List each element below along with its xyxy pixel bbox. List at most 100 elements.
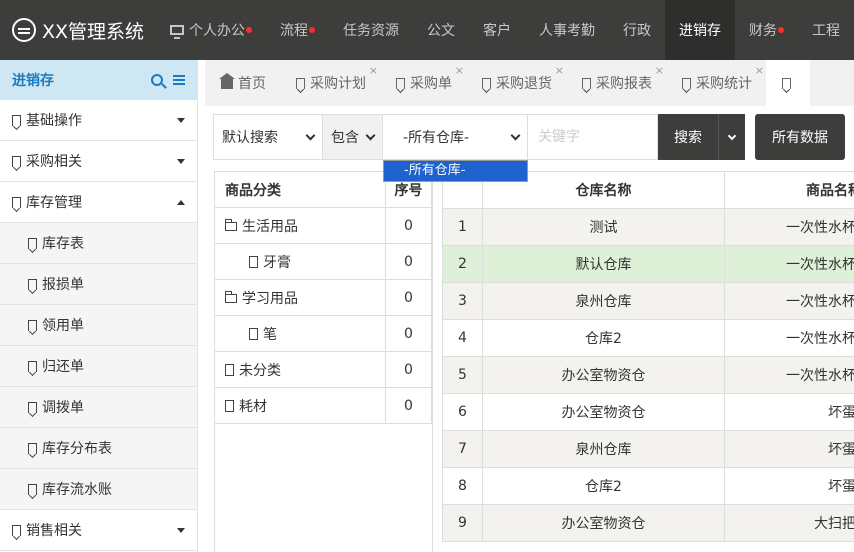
row-index: 8 [442, 467, 483, 505]
tab[interactable]: 采购单 × [380, 60, 466, 106]
close-icon[interactable]: × [655, 64, 664, 77]
sidebar: 进销存 基础操作采购相关库存管理库存表报损单领用单归还单 调拨单 库存分布表库存流水… [0, 60, 198, 552]
category-row[interactable]: 耗材 0 [214, 387, 432, 424]
category-row[interactable]: 生活用品 0 [214, 207, 432, 244]
table-row[interactable]: 9 办公室物资仓 大扫把 [442, 504, 854, 542]
topnav-item[interactable]: 人事考勤 [525, 0, 609, 60]
sidebar-subitem[interactable]: 库存分布表 [0, 428, 197, 469]
bookmark-icon [296, 77, 305, 89]
warehouse-option[interactable]: -所有仓库- [384, 161, 527, 181]
category-seq: 0 [385, 279, 432, 316]
caret-down-icon [177, 158, 185, 164]
category-row[interactable]: 学习用品 0 [214, 279, 432, 316]
table-row[interactable]: 3 泉州仓库 一次性水杯 [442, 282, 854, 320]
category-seq: 0 [385, 351, 432, 388]
keyword-input[interactable] [528, 114, 658, 160]
category-panel-border [432, 171, 433, 552]
close-icon[interactable]: × [555, 64, 564, 77]
table-row[interactable]: 2 默认仓库 一次性水杯 [442, 245, 854, 283]
category-row[interactable]: 牙膏 0 [214, 243, 432, 280]
caret-up-icon [177, 199, 185, 205]
sidebar-subitem[interactable]: 库存表 [0, 223, 197, 264]
sidebar-group[interactable]: 销售相关 [0, 510, 197, 551]
brand[interactable]: XX管理系统 [0, 17, 156, 44]
close-icon[interactable]: × [755, 64, 764, 77]
warehouse-select[interactable]: -所有仓库- [383, 114, 528, 160]
topnav-label: 工程 [812, 23, 840, 39]
bookmark-icon [12, 524, 21, 536]
table-row[interactable]: 7 泉州仓库 坏蛋 [442, 430, 854, 468]
tab-label: 采购计划 [310, 76, 366, 92]
tab[interactable]: 采购退货 × [466, 60, 566, 106]
product-name-header[interactable]: 商品名称 [724, 171, 854, 209]
category-row[interactable]: 未分类 0 [214, 351, 432, 388]
topnav-item[interactable]: 流程 [266, 0, 329, 60]
sidebar-subitem[interactable]: 调拨单 [0, 387, 197, 428]
sidebar-subitem[interactable]: 报损单 [0, 264, 197, 305]
close-icon[interactable]: × [369, 64, 378, 77]
file-icon [249, 255, 258, 268]
folder-icon [224, 290, 237, 303]
sidebar-item-content: 库存流水账 [28, 479, 112, 499]
category-row[interactable]: 笔0 [214, 315, 432, 352]
topnav-item[interactable]: 财务 [735, 0, 798, 60]
sidebar-item-label: 库存表 [42, 236, 84, 252]
search-button[interactable]: 搜索 [658, 114, 718, 160]
topnav-label: 流程 [280, 23, 308, 39]
sidebar-group[interactable]: 采购相关 [0, 141, 197, 182]
table-row[interactable]: 6 办公室物资仓 坏蛋 [442, 393, 854, 431]
product-cell: 一次性水杯 [724, 245, 854, 283]
tab[interactable]: 首页 [205, 60, 280, 106]
topnav-item[interactable]: 个人办公 [156, 0, 266, 60]
match-select[interactable]: 包含 [323, 114, 383, 160]
table-row[interactable]: 8 仓库2 坏蛋 [442, 467, 854, 505]
topnav-label: 进销存 [679, 23, 721, 39]
warehouse-cell: 泉州仓库 [482, 430, 725, 468]
warehouse-cell: 默认仓库 [482, 245, 725, 283]
sidebar-header: 进销存 [0, 60, 197, 100]
table-row[interactable]: 4 仓库2 一次性水杯 [442, 319, 854, 357]
sidebar-item-content: 领用单 [28, 315, 84, 335]
topnav-label: 人事考勤 [539, 23, 595, 39]
close-icon[interactable]: × [455, 64, 464, 77]
all-data-button[interactable]: 所有数据 [755, 114, 845, 160]
topnav-item[interactable]: 公文 [413, 0, 469, 60]
search-mode-select[interactable]: 默认搜索 [213, 114, 323, 160]
sidebar-subitem[interactable]: 领用单 [0, 305, 197, 346]
category-seq: 0 [385, 243, 432, 280]
topnav-item[interactable]: 任务资源 [329, 0, 413, 60]
topnav-item[interactable]: 工程 [798, 0, 854, 60]
search-bar: 默认搜索 包含 -所有仓库- 搜索 [213, 114, 745, 160]
tab-label: 采购统计 [696, 76, 752, 92]
file-icon [249, 327, 258, 340]
category-cell: 耗材 [214, 387, 386, 424]
tab-label: 首页 [238, 76, 266, 92]
tab[interactable] [766, 60, 810, 106]
topnav-item[interactable]: 行政 [609, 0, 665, 60]
menu-icon[interactable] [173, 79, 185, 81]
sidebar-item-label: 采购相关 [26, 154, 82, 170]
tab[interactable]: 采购统计 × [666, 60, 766, 106]
search-dropdown-button[interactable] [718, 114, 745, 160]
row-index: 6 [442, 393, 483, 431]
search-icon[interactable] [151, 74, 163, 86]
category-header[interactable]: 商品分类 [214, 171, 386, 208]
topnav-label: 个人办公 [189, 23, 245, 39]
bookmark-icon [28, 360, 37, 372]
chevron-down-icon [727, 131, 737, 140]
topnav-item[interactable]: 客户 [469, 0, 525, 60]
product-cell: 坏蛋 [724, 430, 854, 468]
table-row[interactable]: 1 测试 一次性水杯 [442, 208, 854, 246]
bookmark-icon [28, 278, 37, 290]
table-row[interactable]: 5 办公室物资仓 一次性水杯 [442, 356, 854, 394]
search-button-label: 搜索 [674, 130, 702, 146]
sidebar-group[interactable]: 库存管理 [0, 182, 197, 223]
topnav-item[interactable]: 进销存 [665, 0, 735, 60]
sidebar-subitem[interactable]: 库存流水账 [0, 469, 197, 510]
sidebar-subitem[interactable]: 归还单 [0, 346, 197, 387]
tab[interactable]: 采购报表 × [566, 60, 666, 106]
warehouse-cell: 办公室物资仓 [482, 356, 725, 394]
sidebar-group[interactable]: 基础操作 [0, 100, 197, 141]
tab[interactable]: 采购计划 × [280, 60, 380, 106]
bookmark-icon [782, 77, 791, 89]
